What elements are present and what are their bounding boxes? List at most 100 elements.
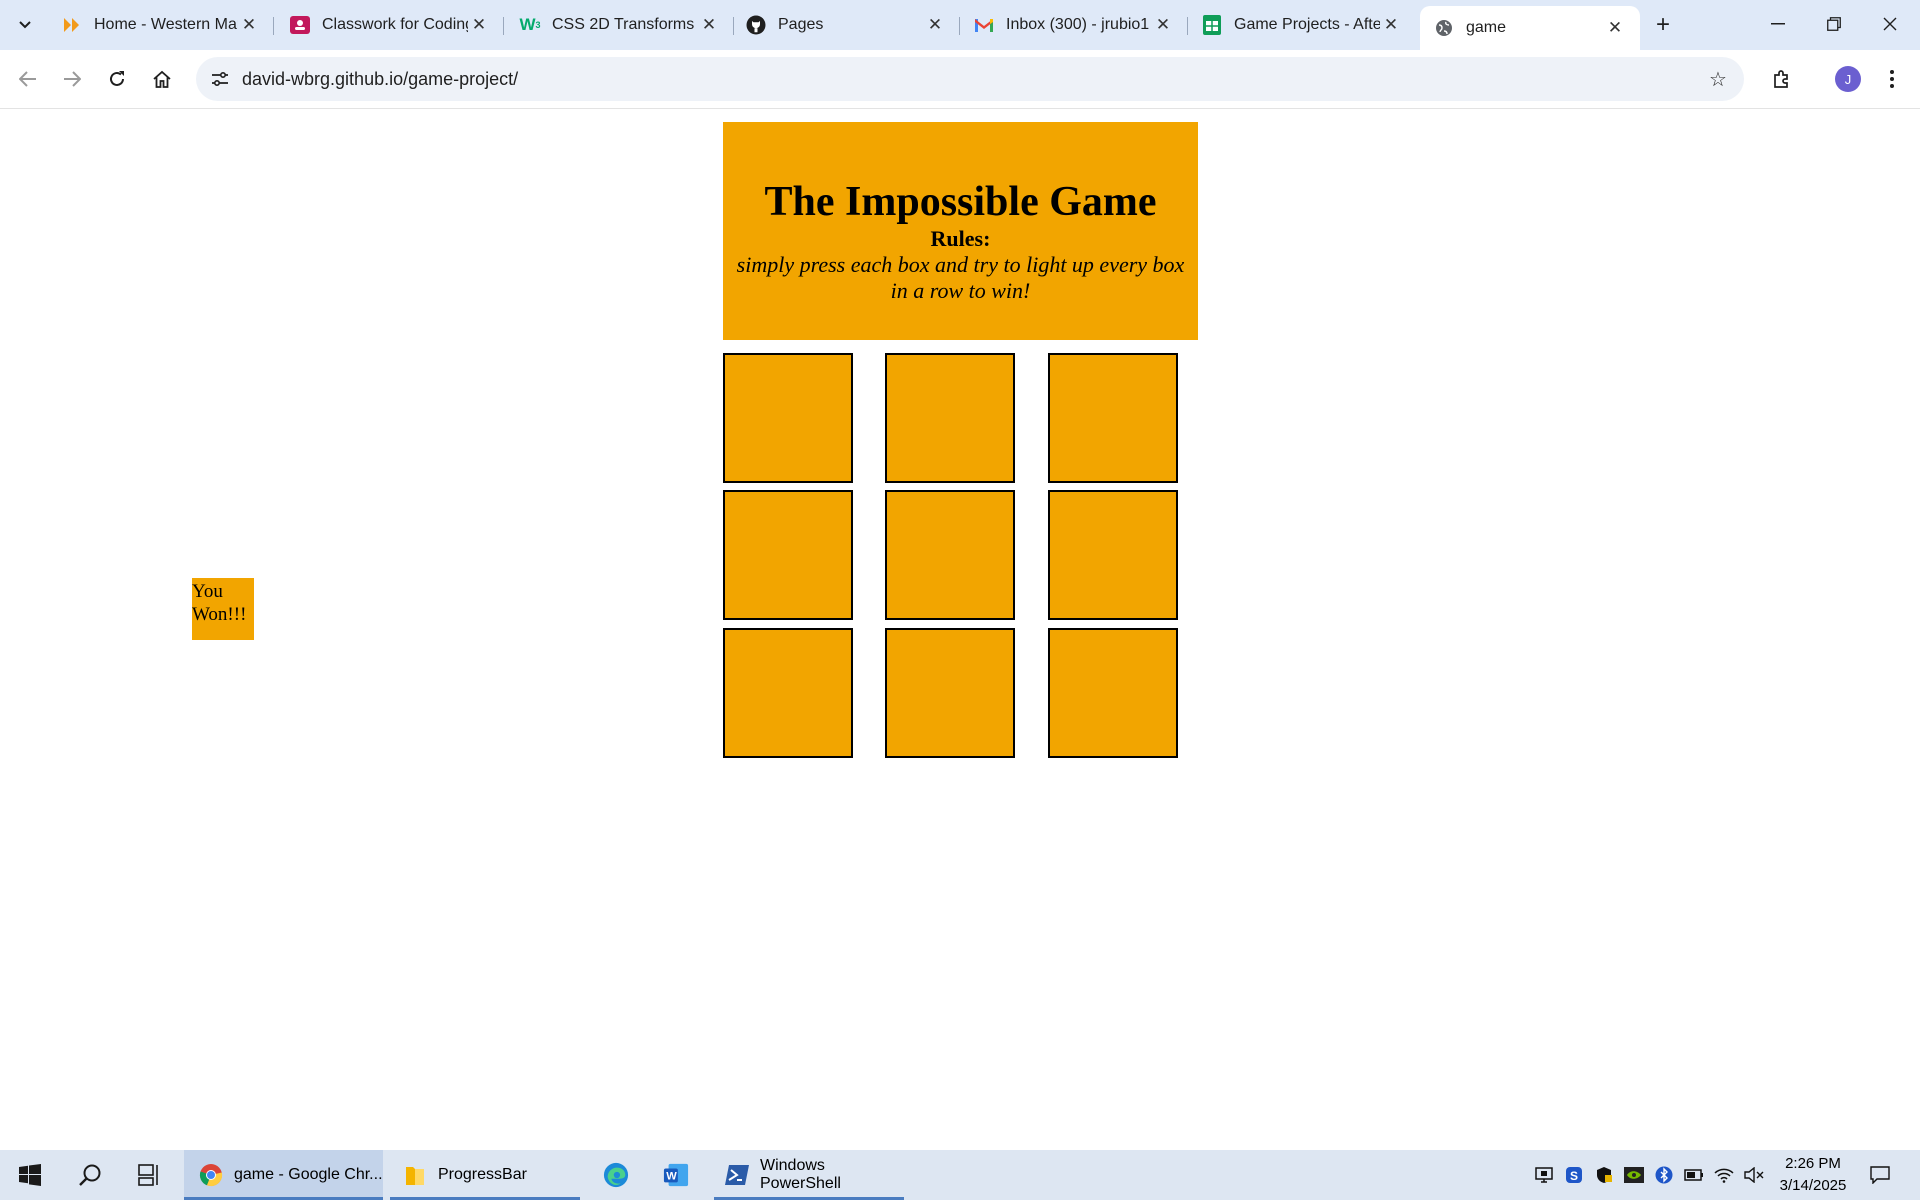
tab-inbox[interactable]: Inbox (300) - jrubio1 ✕ [960,6,1188,44]
minimize-icon [1771,23,1785,25]
close-icon[interactable]: ✕ [698,14,720,36]
game-box[interactable] [1048,490,1178,620]
close-icon[interactable]: ✕ [924,14,946,36]
game-box[interactable] [723,490,853,620]
new-tab-button[interactable]: + [1648,10,1678,40]
profile-avatar[interactable]: J [1835,66,1861,92]
taskbar-edge[interactable] [594,1150,638,1200]
folder-icon [402,1162,428,1188]
windows-icon [19,1164,41,1186]
home-icon [153,70,171,88]
arrow-left-icon [19,71,36,87]
game-box[interactable] [885,490,1015,620]
game-box[interactable] [1048,628,1178,758]
bookmark-star-icon[interactable]: ☆ [1704,65,1732,93]
nvidia-icon[interactable] [1624,1165,1644,1185]
game-box[interactable] [885,628,1015,758]
double-chevron-icon [62,15,82,35]
forward-button[interactable] [56,63,88,95]
taskbar-word[interactable]: W [654,1150,698,1200]
close-icon[interactable]: ✕ [1604,17,1626,39]
taskbar: game - Google Chr... ProgressBar W Windo… [0,1150,1920,1200]
bluetooth-icon[interactable] [1654,1165,1674,1185]
tab-search-button[interactable] [10,10,40,40]
close-icon[interactable]: ✕ [468,14,490,36]
tab-game[interactable]: game ✕ [1420,6,1640,50]
close-icon[interactable]: ✕ [1152,14,1174,36]
tab-title: game [1466,19,1507,36]
search-icon [79,1164,101,1186]
globe-icon [1434,18,1454,38]
tab-game-projects[interactable]: Game Projects - Afte ✕ [1188,6,1416,44]
menu-button[interactable] [1876,63,1908,95]
chevron-down-icon [19,21,31,29]
close-window-button[interactable] [1862,0,1918,48]
sheets-icon [1202,15,1222,35]
tab-title: Home - Western Mar [94,16,238,33]
tab-title: Game Projects - Afte [1234,16,1380,33]
taskbar-progressbar[interactable]: ProgressBar [390,1150,580,1200]
chrome-icon [198,1162,224,1188]
close-icon [1883,17,1897,31]
search-button[interactable] [68,1150,112,1200]
game-header: The Impossible Game Rules: simply press … [723,122,1198,340]
home-button[interactable] [146,63,178,95]
game-box[interactable] [723,628,853,758]
volume-mute-icon[interactable] [1744,1165,1764,1185]
address-bar[interactable]: david-wbrg.github.io/game-project/ ☆ [196,57,1744,101]
restore-icon [1827,17,1841,31]
minimize-button[interactable] [1750,0,1806,48]
url-text[interactable]: david-wbrg.github.io/game-project/ [242,69,518,90]
back-button[interactable] [12,63,44,95]
task-view-button[interactable] [128,1150,172,1200]
tab-strip: Home - Western Mar ✕ Classwork for Codin… [0,0,1920,50]
notification-icon[interactable] [1870,1165,1890,1185]
github-icon [746,15,766,35]
rules-text: simply press each box and try to light u… [736,252,1185,303]
svg-text:S: S [1570,1169,1578,1183]
edge-icon [603,1162,629,1188]
svg-text:W: W [666,1171,677,1183]
tab-home-western[interactable]: Home - Western Mar ✕ [48,6,274,44]
wifi-icon[interactable] [1714,1165,1734,1185]
game-box[interactable] [1048,353,1178,483]
tab-title: CSS 2D Transforms [552,16,695,33]
reload-button[interactable] [101,63,133,95]
start-button[interactable] [10,1150,50,1200]
page-title: The Impossible Game [764,179,1157,225]
game-box[interactable] [885,353,1015,483]
task-view-icon [138,1164,158,1186]
site-info-icon[interactable] [206,65,234,93]
taskbar-item-label: game - Google Chr... [234,1166,383,1183]
classroom-icon [290,15,310,35]
tab-classwork[interactable]: Classwork for Coding ✕ [276,6,504,44]
extensions-button[interactable] [1766,63,1798,95]
clock-date: 3/14/2025 [1779,1177,1847,1194]
close-icon[interactable]: ✕ [1380,14,1402,36]
gmail-icon [974,15,994,35]
skype-icon[interactable]: S [1564,1165,1584,1185]
taskbar-powershell[interactable]: Windows PowerShell [714,1150,904,1200]
puzzle-icon [1774,70,1788,88]
close-icon[interactable]: ✕ [238,14,260,36]
shield-icon[interactable] [1594,1165,1614,1185]
rules-heading: Rules: [930,226,991,251]
battery-icon[interactable] [1684,1165,1704,1185]
tab-css-transforms[interactable]: W3 CSS 2D Transforms ✕ [506,6,734,44]
monitor-icon[interactable] [1534,1165,1554,1185]
restore-button[interactable] [1806,0,1862,48]
reload-icon [110,71,124,86]
tab-pages[interactable]: Pages ✕ [732,6,960,44]
game-box[interactable] [723,353,853,483]
tab-title: Inbox (300) - jrubio1 [1006,16,1150,33]
arrow-right-icon [64,71,81,87]
system-clock[interactable]: 2:26 PM 3/14/2025 [1768,1153,1858,1197]
taskbar-item-label: ProgressBar [438,1166,527,1183]
word-icon: W [663,1162,689,1188]
taskbar-chrome[interactable]: game - Google Chr... [184,1150,383,1200]
tab-title: Classwork for Coding [322,16,468,33]
powershell-icon [724,1162,750,1188]
tab-title: Pages [778,16,824,33]
w3schools-icon: W3 [519,15,541,34]
kebab-menu-icon [1890,70,1894,88]
